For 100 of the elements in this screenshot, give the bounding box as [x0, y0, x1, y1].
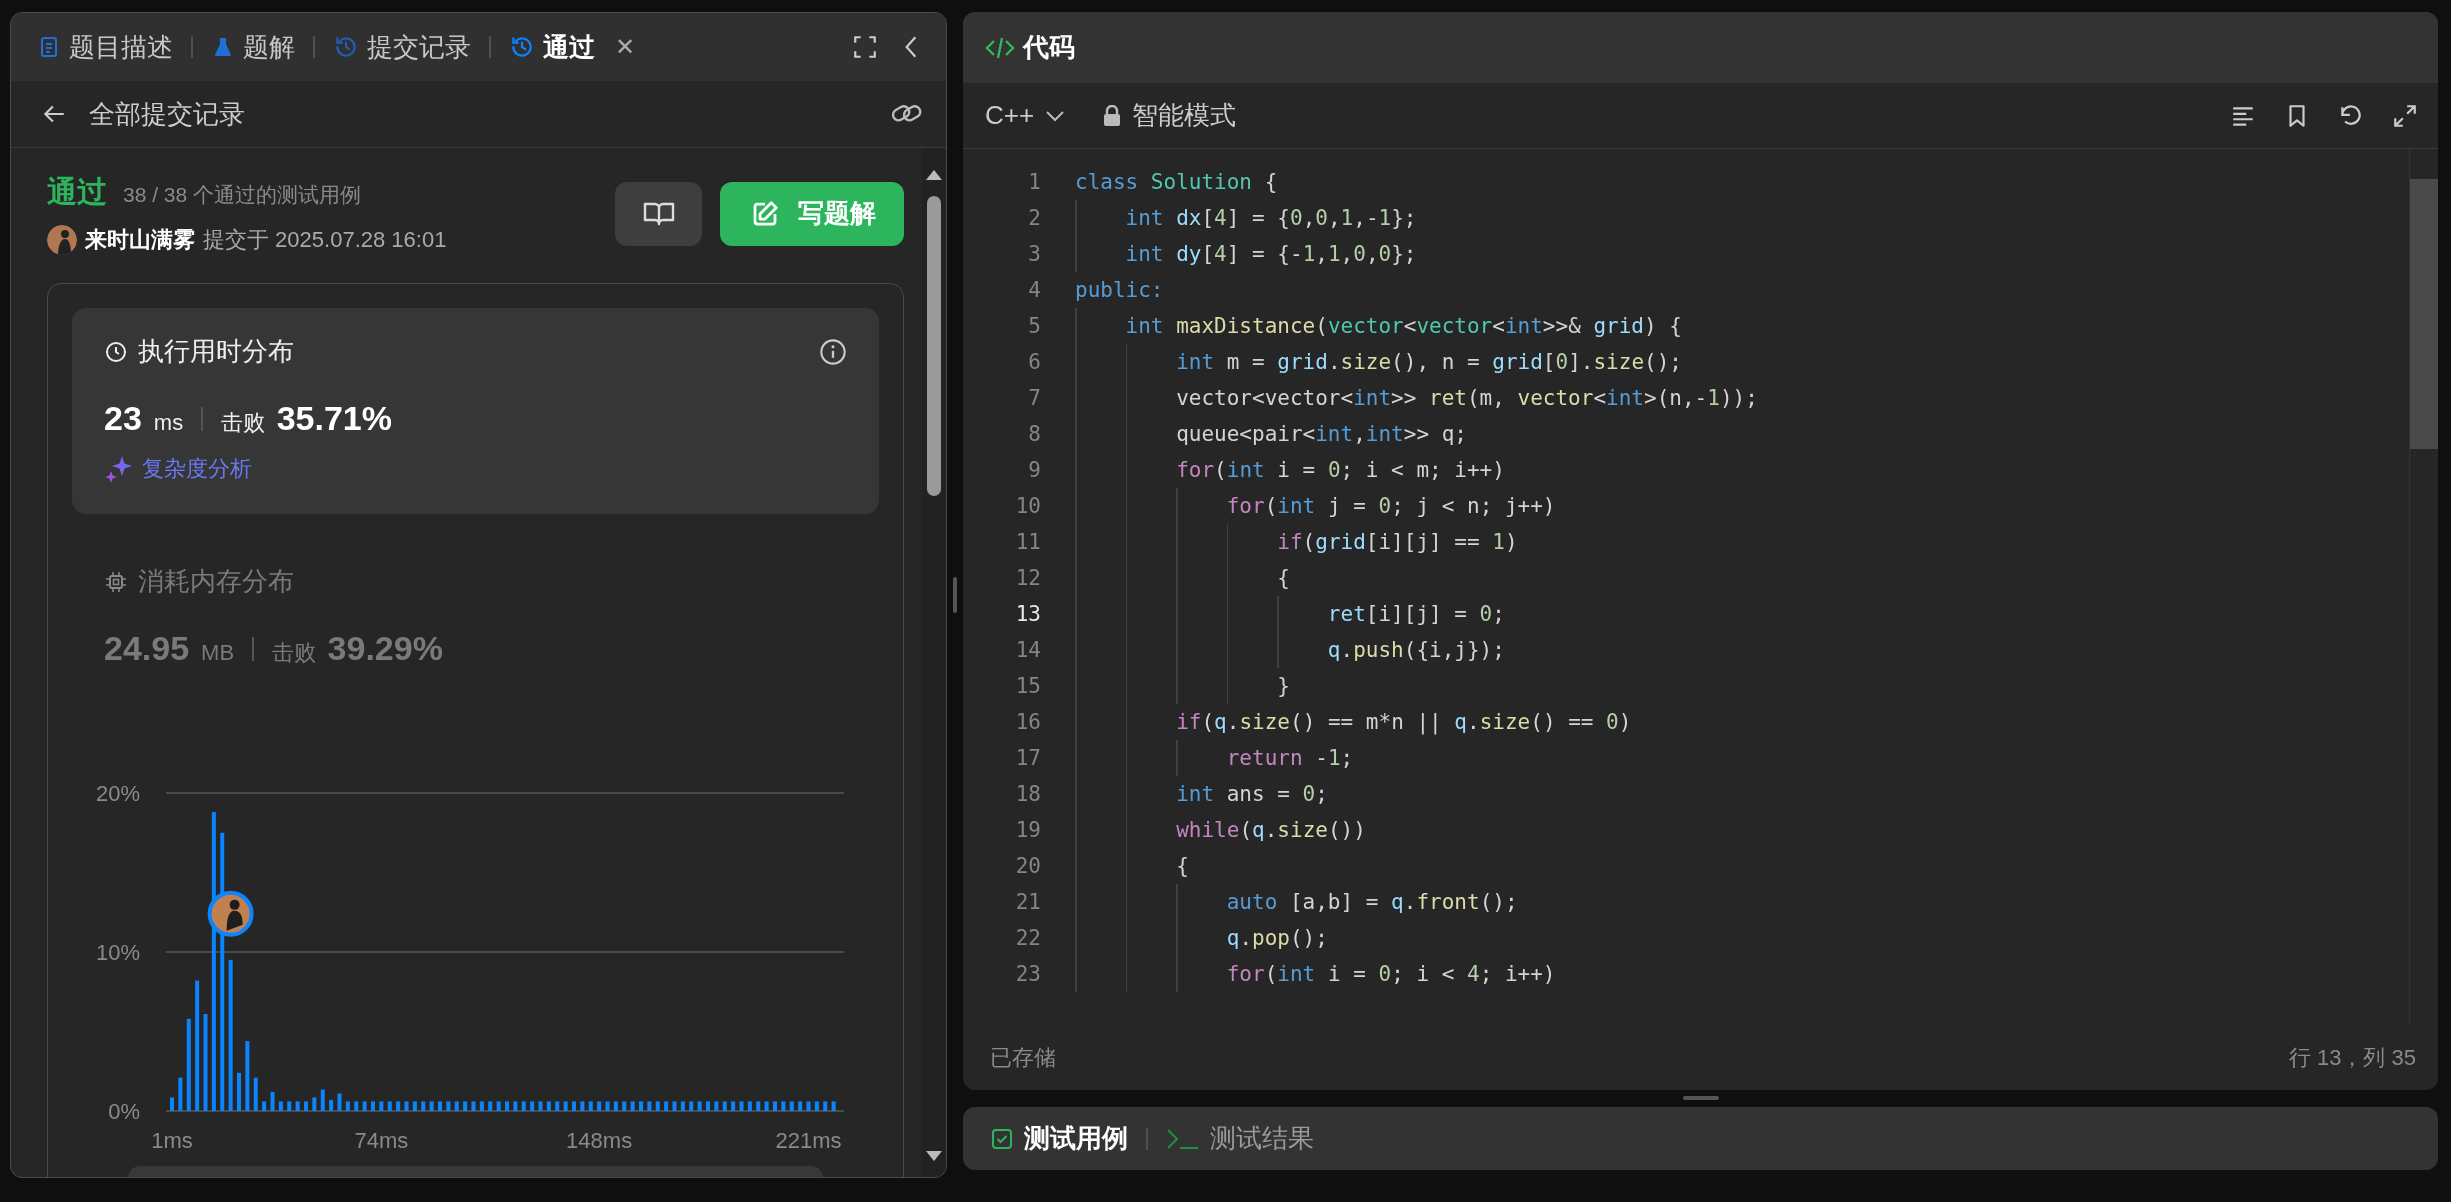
- chart-bar[interactable]: [572, 1101, 576, 1111]
- chart-bar[interactable]: [521, 1101, 526, 1111]
- language-dropdown[interactable]: C++: [985, 100, 1067, 131]
- chart-bar[interactable]: [756, 1101, 761, 1111]
- chart-bar[interactable]: [186, 1018, 191, 1111]
- chart-bar[interactable]: [320, 1089, 325, 1111]
- chart-bar[interactable]: [597, 1101, 602, 1111]
- chart-bar[interactable]: [287, 1101, 292, 1111]
- chart-bar[interactable]: [304, 1101, 308, 1111]
- author-name[interactable]: 来时山满雾: [85, 225, 195, 255]
- chart-bar[interactable]: [471, 1101, 476, 1111]
- chart-bar[interactable]: [630, 1101, 635, 1111]
- chart-bar[interactable]: [337, 1093, 342, 1111]
- chart-bar[interactable]: [672, 1101, 677, 1111]
- chart-bar[interactable]: [253, 1077, 258, 1111]
- chart-bar[interactable]: [479, 1101, 484, 1111]
- avatar[interactable]: [207, 890, 254, 937]
- chart-bar[interactable]: [237, 1072, 241, 1111]
- chart-bar[interactable]: [178, 1077, 183, 1111]
- chart-bar[interactable]: [613, 1101, 618, 1111]
- tab[interactable]: 提交记录: [333, 29, 471, 65]
- chart-bar[interactable]: [697, 1101, 702, 1111]
- stat-card[interactable]: 消耗内存分布 24.95 MB 击败 39.29%: [72, 514, 879, 698]
- chart-bar[interactable]: [371, 1101, 375, 1111]
- chart-bar[interactable]: [278, 1101, 283, 1111]
- resize-handle[interactable]: [953, 577, 957, 613]
- tab[interactable]: 题目描述: [37, 29, 173, 65]
- tab[interactable]: 通过 ✕: [509, 29, 636, 65]
- chart-bar[interactable]: [781, 1101, 786, 1111]
- chart-bar[interactable]: [270, 1091, 275, 1111]
- chart-bar[interactable]: [446, 1101, 451, 1111]
- chart-bar[interactable]: [664, 1101, 669, 1111]
- scrollbar-thumb[interactable]: [2410, 179, 2438, 449]
- chart-bar[interactable]: [680, 1101, 685, 1111]
- chart-bar[interactable]: [438, 1101, 442, 1111]
- chart-bar[interactable]: [488, 1101, 493, 1111]
- chart-bar[interactable]: [454, 1101, 459, 1111]
- chart-bar[interactable]: [806, 1101, 811, 1111]
- chart-bar[interactable]: [722, 1101, 727, 1111]
- chart-bar[interactable]: [362, 1101, 367, 1111]
- chart-bar[interactable]: [505, 1101, 509, 1111]
- chart-bar[interactable]: [580, 1101, 585, 1111]
- chart-bar[interactable]: [429, 1101, 434, 1111]
- mode-label[interactable]: 智能模式: [1132, 98, 1237, 133]
- chart-bar[interactable]: [773, 1101, 777, 1111]
- chart-bar[interactable]: [555, 1101, 560, 1111]
- tab[interactable]: 题解: [211, 29, 295, 65]
- resize-handle[interactable]: [1682, 1096, 1719, 1100]
- chart-bar[interactable]: [647, 1101, 652, 1111]
- chart-bar[interactable]: [170, 1097, 174, 1111]
- fullscreen-icon[interactable]: [852, 34, 878, 60]
- chart-bar[interactable]: [546, 1101, 551, 1111]
- chart-bar[interactable]: [605, 1101, 610, 1111]
- back-link[interactable]: 全部提交记录: [89, 96, 245, 132]
- chart-bar[interactable]: [706, 1101, 710, 1111]
- expand-icon[interactable]: [2392, 102, 2418, 129]
- tab[interactable]: 测试用例: [990, 1121, 1128, 1156]
- chart-bar[interactable]: [731, 1101, 736, 1111]
- chart-bar[interactable]: [588, 1101, 593, 1111]
- chart-bar[interactable]: [823, 1101, 828, 1111]
- chart-bar[interactable]: [814, 1101, 819, 1111]
- chart-bar[interactable]: [404, 1101, 409, 1111]
- chart-bar[interactable]: [563, 1101, 568, 1111]
- chart-bar[interactable]: [689, 1101, 694, 1111]
- info-icon[interactable]: [819, 337, 847, 366]
- chart-bar[interactable]: [463, 1101, 468, 1111]
- chart-bar[interactable]: [387, 1101, 392, 1111]
- close-icon[interactable]: ✕: [615, 33, 636, 61]
- chart-bar[interactable]: [639, 1101, 643, 1111]
- chart-bar[interactable]: [764, 1101, 769, 1111]
- chart-bar[interactable]: [396, 1101, 401, 1111]
- chart-bar[interactable]: [203, 1014, 208, 1111]
- chart-bar[interactable]: [622, 1101, 627, 1111]
- chart-bar[interactable]: [262, 1101, 267, 1111]
- stat-card[interactable]: 执行用时分布 23 ms 击败 35.71% 复杂度分析: [72, 308, 879, 514]
- chart-bar[interactable]: [228, 959, 233, 1111]
- chart-bar[interactable]: [655, 1101, 660, 1111]
- chart-bar[interactable]: [798, 1101, 803, 1111]
- chart-bar[interactable]: [295, 1101, 300, 1111]
- chart-bar[interactable]: [789, 1101, 794, 1111]
- tab[interactable]: 测试结果: [1166, 1121, 1314, 1156]
- chart-bar[interactable]: [513, 1101, 518, 1111]
- chart-bar[interactable]: [714, 1101, 719, 1111]
- chart-bar[interactable]: [496, 1101, 501, 1111]
- chart-bar[interactable]: [421, 1101, 426, 1111]
- notes-button[interactable]: [615, 181, 702, 246]
- chart-bar[interactable]: [412, 1101, 417, 1111]
- chart-bar[interactable]: [354, 1101, 359, 1111]
- scroll-down-button[interactable]: [925, 1149, 943, 1163]
- chart-bar[interactable]: [739, 1101, 744, 1111]
- scrollbar-thumb[interactable]: [927, 196, 941, 496]
- chart-bar[interactable]: [329, 1099, 334, 1111]
- scroll-up-button[interactable]: [925, 168, 943, 182]
- chart-bar[interactable]: [530, 1101, 535, 1111]
- chart-bar[interactable]: [345, 1101, 350, 1111]
- chart-bar[interactable]: [747, 1101, 752, 1111]
- chart-bar[interactable]: [538, 1101, 543, 1111]
- chart-bar[interactable]: [831, 1101, 836, 1111]
- chart-bar[interactable]: [312, 1097, 317, 1111]
- chart-bar[interactable]: [195, 980, 200, 1111]
